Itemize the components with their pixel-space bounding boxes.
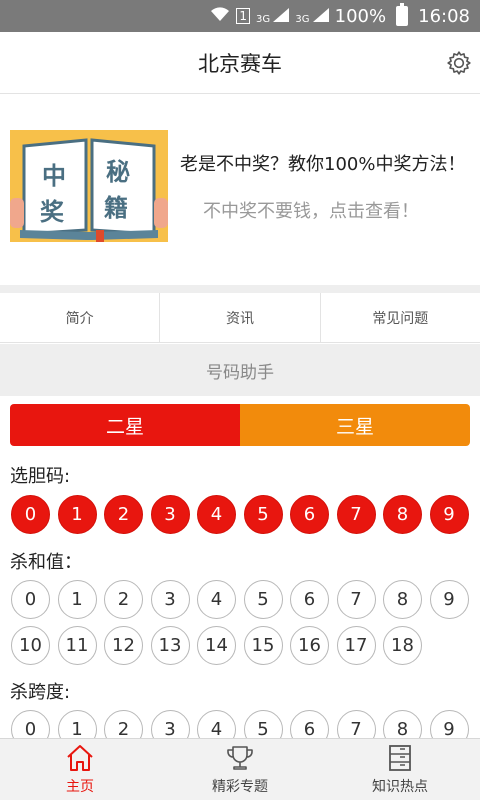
wifi-icon: [210, 6, 230, 26]
hezhi-ball-8[interactable]: 8: [383, 580, 422, 619]
nav-knowledge[interactable]: 知识热点: [320, 739, 480, 800]
app-header: 北京赛车: [0, 32, 480, 94]
hezhi-ball-4[interactable]: 4: [197, 580, 236, 619]
hezhi-ball-18[interactable]: 18: [383, 626, 422, 665]
dan-ball-6[interactable]: 6: [290, 495, 329, 534]
tab-news[interactable]: 资讯: [160, 293, 321, 342]
hezhi-row: 0 1 2 3 4 5 6 7 8 9 10 11 12 13 14 15 16 17 18: [11, 580, 471, 666]
book-word-4: 籍: [104, 194, 128, 222]
dan-label: 选胆码:: [10, 466, 71, 487]
dan-ball-3[interactable]: 3: [150, 495, 190, 534]
hezhi-ball-14[interactable]: 14: [197, 626, 236, 665]
book-illustration: 中 奖 秘 籍: [10, 130, 168, 242]
star-segment: 二星 三星: [10, 404, 470, 446]
hezhi-ball-13[interactable]: 13: [150, 626, 190, 665]
hezhi-ball-5[interactable]: 5: [243, 580, 283, 619]
banner-headline: 老是不中奖？教你100%中奖方法！: [180, 154, 466, 175]
dan-ball-4[interactable]: 4: [197, 495, 236, 534]
hezhi-ball-16[interactable]: 16: [290, 626, 329, 665]
sim-card-icon: 1: [236, 8, 251, 24]
dan-ball-9[interactable]: 9: [429, 495, 469, 534]
hezhi-ball-11[interactable]: 11: [57, 626, 97, 665]
info-tabs: 简介 资讯 常见问题: [0, 293, 480, 343]
promo-banner[interactable]: 中 奖 秘 籍 老是不中奖？教你100%中奖方法！ 不中奖不要钱，点击查看！: [0, 95, 480, 285]
bottom-nav: 主页 精彩专题 知识热点: [0, 738, 480, 800]
dan-ball-5[interactable]: 5: [243, 495, 283, 534]
dan-ball-1[interactable]: 1: [57, 495, 97, 534]
dan-ball-8[interactable]: 8: [383, 495, 422, 534]
trophy-icon: [227, 746, 253, 770]
tab-intro[interactable]: 简介: [0, 293, 161, 342]
banner-subline: 不中奖不要钱，点击查看！: [203, 201, 419, 222]
hezhi-ball-9[interactable]: 9: [429, 580, 469, 619]
segment-two-star[interactable]: 二星: [10, 404, 240, 446]
nav-knowledge-label: 知识热点: [372, 779, 428, 795]
battery-icon: [396, 3, 409, 26]
hezhi-ball-15[interactable]: 15: [243, 626, 283, 665]
dan-ball-7[interactable]: 7: [336, 495, 376, 534]
nav-home-label: 主页: [66, 779, 94, 795]
hezhi-ball-2[interactable]: 2: [104, 580, 143, 619]
tab-faq[interactable]: 常见问题: [321, 293, 480, 342]
list-icon: [389, 745, 411, 771]
nav-special-label: 精彩专题: [212, 779, 268, 795]
dan-row: 0123456789: [11, 495, 471, 534]
battery-percent: 100%: [334, 5, 387, 27]
book-word-3: 秘: [106, 158, 130, 186]
clock: 16:08: [418, 5, 470, 27]
section-title: 号码助手: [0, 344, 480, 396]
hezhi-ball-7[interactable]: 7: [336, 580, 376, 619]
book-word-1: 中: [42, 162, 66, 190]
hezhi-ball-1[interactable]: 1: [57, 580, 97, 619]
book-word-2: 奖: [40, 198, 65, 226]
hezhi-ball-10[interactable]: 10: [11, 626, 50, 665]
hezhi-ball-17[interactable]: 17: [336, 626, 376, 665]
hezhi-ball-12[interactable]: 12: [104, 626, 143, 665]
status-bar: 1 3G 3G 100% 16:08: [0, 0, 480, 32]
hezhi-label: 杀和值：: [10, 552, 82, 573]
nav-home[interactable]: 主页: [0, 739, 160, 800]
home-icon: [67, 745, 93, 771]
dan-ball-0[interactable]: 0: [11, 495, 50, 534]
hezhi-ball-3[interactable]: 3: [150, 580, 190, 619]
signal-icon: 3G: [256, 7, 290, 25]
page-title: 北京赛车: [198, 51, 282, 76]
gear-icon[interactable]: [446, 50, 472, 76]
divider: [0, 285, 480, 293]
hezhi-ball-6[interactable]: 6: [290, 580, 329, 619]
signal-icon-2: 3G: [295, 7, 329, 25]
kuadu-label: 杀跨度:: [10, 682, 71, 703]
hezhi-ball-0[interactable]: 0: [11, 580, 50, 619]
dan-ball-2[interactable]: 2: [104, 495, 143, 534]
segment-three-star[interactable]: 三星: [240, 404, 470, 446]
nav-special[interactable]: 精彩专题: [160, 739, 320, 800]
